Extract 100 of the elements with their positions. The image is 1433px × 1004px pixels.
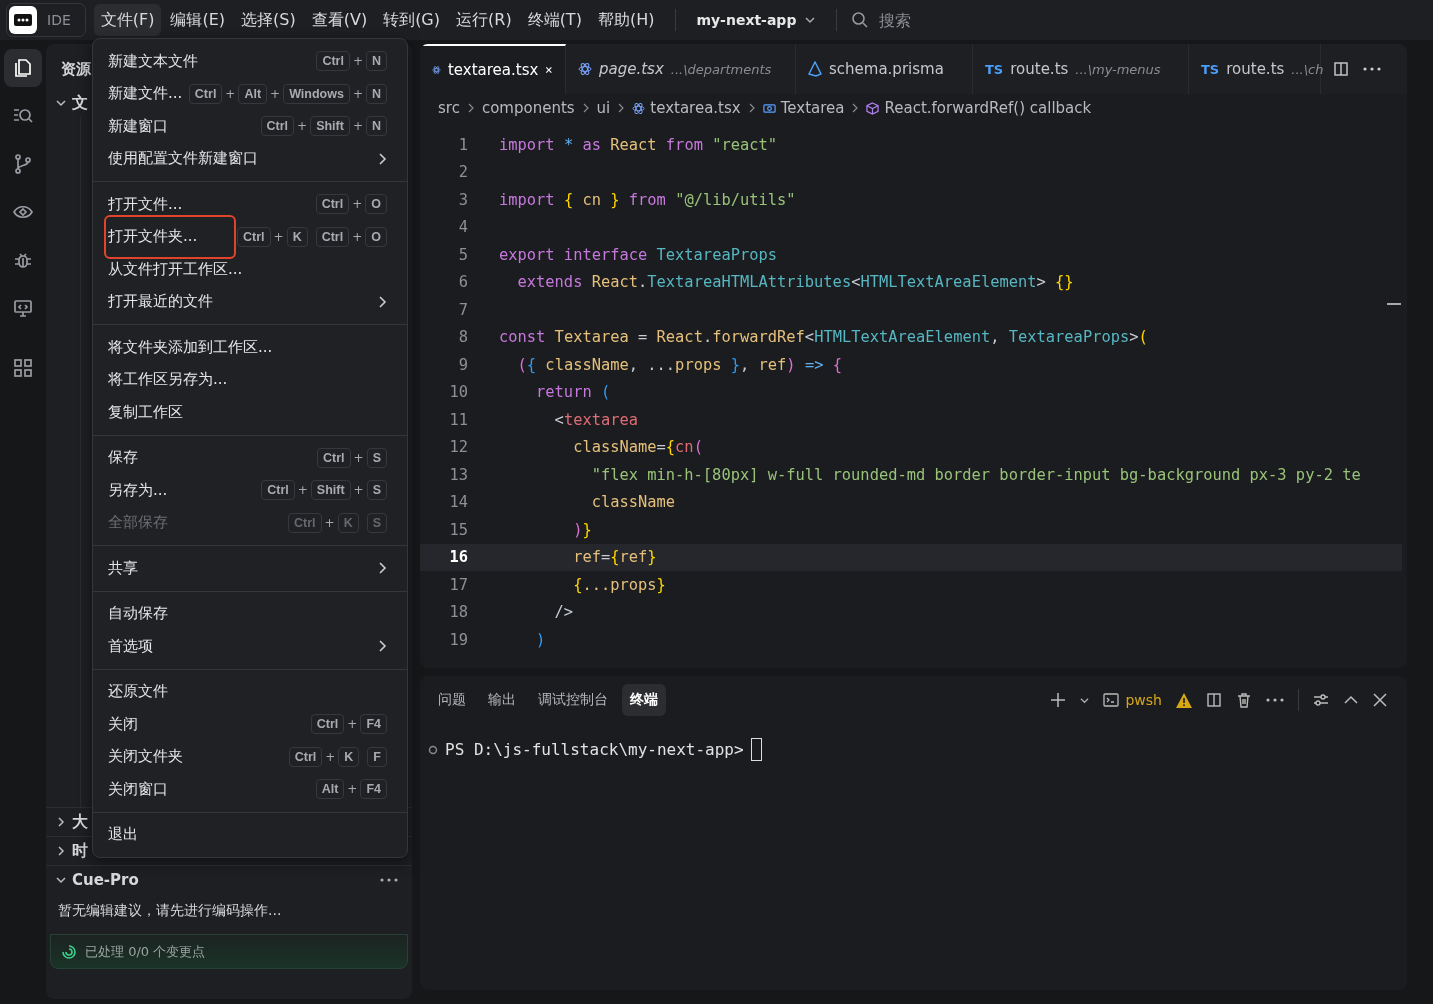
editor-tab[interactable]: page.tsx ...\departments bbox=[566, 44, 796, 94]
panel-tab[interactable]: 终端 bbox=[622, 684, 666, 716]
plus-sign: + bbox=[270, 86, 281, 101]
menu-item[interactable]: 自动保存 bbox=[93, 597, 407, 630]
warning-icon bbox=[1176, 692, 1192, 708]
code-line: extends React.TextareaHTMLAttributes<HTMLTextAreaElement> {} bbox=[516, 273, 1074, 292]
menu-item[interactable]: 从文件打开工作区... bbox=[93, 253, 407, 286]
more-icon[interactable] bbox=[380, 878, 398, 882]
key-cap: Ctrl bbox=[288, 512, 322, 533]
editor-tab[interactable]: TS route.ts ...\my-menus bbox=[973, 44, 1189, 94]
menu-item[interactable]: 新建文本文件 Ctrl + N bbox=[93, 45, 407, 78]
code-line: {...props} bbox=[572, 575, 666, 594]
editor-tab[interactable]: schema.prisma bbox=[796, 44, 973, 94]
menu-item[interactable]: 新建文件... Ctrl + Alt + Windows + N bbox=[93, 77, 407, 110]
key-cap: F4 bbox=[360, 779, 387, 800]
menu-item[interactable]: 关闭窗口 Alt + F4 bbox=[93, 773, 407, 806]
terminal-cursor bbox=[750, 738, 762, 761]
menu-item[interactable]: 文件(F) bbox=[93, 4, 162, 36]
menu-item[interactable]: 新建窗口 Ctrl + Shift + N bbox=[93, 110, 407, 143]
trash-icon[interactable] bbox=[1236, 692, 1252, 708]
panel-tab[interactable]: 输出 bbox=[480, 684, 524, 716]
hint-text: 暂无编辑建议，请先进行编码操作... bbox=[57, 901, 283, 920]
search-icon[interactable] bbox=[851, 11, 870, 29]
menu-item[interactable]: 保存 Ctrl + S bbox=[93, 441, 407, 474]
menu-item[interactable]: 查看(V) bbox=[304, 4, 375, 36]
key-cap: O bbox=[365, 194, 387, 215]
app-badge[interactable]: IDE bbox=[6, 3, 86, 37]
chevron-icon[interactable] bbox=[56, 98, 66, 108]
menu-item[interactable]: 终端(T) bbox=[520, 4, 589, 36]
menu-item[interactable]: 首选项 bbox=[93, 630, 407, 663]
chevron-icon[interactable] bbox=[56, 875, 66, 885]
line-number: 6 bbox=[457, 273, 468, 292]
chevron-icon bbox=[466, 103, 475, 113]
breadcrumb-item[interactable]: textarea.tsx bbox=[632, 99, 741, 117]
breadcrumb-item[interactable]: components bbox=[481, 99, 575, 117]
line-number: 17 bbox=[448, 575, 468, 594]
menu-item[interactable]: 运行(R) bbox=[449, 4, 519, 36]
menu-item[interactable]: 另存为... Ctrl + Shift + S bbox=[93, 474, 407, 507]
plus-sign: + bbox=[352, 54, 363, 69]
editor-tab[interactable]: TS route.ts ...\ch bbox=[1189, 44, 1321, 94]
key-cap: N bbox=[365, 116, 387, 137]
menu-item[interactable]: 共享 bbox=[93, 552, 407, 585]
menu-item[interactable]: 帮助(H) bbox=[590, 4, 662, 36]
search-field[interactable]: 搜索 bbox=[877, 9, 1002, 31]
menu-item[interactable]: 关闭 Ctrl + F4 bbox=[93, 708, 407, 741]
menu-item[interactable]: 复制工作区 bbox=[93, 396, 407, 429]
terminal-prompt: PS D:\js-fullstack\my-next-app> bbox=[445, 740, 744, 759]
menu-item[interactable]: 将工作区另存为... bbox=[93, 363, 407, 396]
section-title[interactable]: 时 bbox=[72, 840, 88, 862]
more-icon[interactable] bbox=[1266, 698, 1284, 702]
menu-item[interactable]: 打开最近的文件 bbox=[93, 285, 407, 318]
line-number: 3 bbox=[457, 190, 468, 209]
panel-title: 资源 bbox=[61, 60, 91, 79]
key-cap: Windows bbox=[283, 83, 350, 104]
key-cap: Ctrl bbox=[315, 226, 350, 247]
section-title[interactable]: 文 bbox=[72, 92, 88, 114]
files-icon[interactable] bbox=[4, 49, 42, 87]
breadcrumb-item[interactable]: Textarea bbox=[762, 99, 845, 117]
logo-icon bbox=[9, 6, 37, 34]
menu-item[interactable]: 将文件夹添加到工作区... bbox=[93, 331, 407, 364]
chevron-icon[interactable] bbox=[56, 817, 66, 827]
split-editor-icon[interactable] bbox=[1333, 61, 1349, 77]
key-cap: Ctrl bbox=[237, 226, 271, 247]
menu-item[interactable]: 关闭文件夹 Ctrl + K F bbox=[93, 740, 407, 773]
breadcrumb-item[interactable]: React.forwardRef() callback bbox=[866, 99, 1092, 117]
code-line: const Textarea = React.forwardRef<HTMLTextAreaElement, TextareaProps>( bbox=[499, 328, 1148, 347]
split-icon[interactable] bbox=[1206, 692, 1222, 708]
project-switcher[interactable]: my-next-app bbox=[690, 11, 823, 29]
panel-tab[interactable]: 调试控制台 bbox=[530, 684, 616, 716]
plus-sign: + bbox=[353, 483, 364, 498]
plus-sign: + bbox=[297, 483, 308, 498]
menu-item[interactable]: 转到(G) bbox=[376, 4, 447, 36]
menu-item[interactable]: 还原文件 bbox=[93, 675, 407, 708]
key-cap: K bbox=[338, 746, 360, 767]
chevron-icon[interactable] bbox=[56, 846, 66, 856]
plus-icon[interactable] bbox=[1050, 692, 1067, 708]
line-number: 2 bbox=[457, 163, 468, 182]
key-cap: K bbox=[286, 226, 308, 247]
close-icon[interactable] bbox=[545, 64, 553, 76]
line-number: 10 bbox=[448, 383, 468, 402]
terminal-selector[interactable]: pwsh bbox=[1103, 692, 1162, 708]
sliders-icon[interactable] bbox=[1313, 692, 1329, 708]
panel-tab[interactable]: 问题 bbox=[430, 684, 474, 716]
menu-item[interactable]: 选择(S) bbox=[234, 4, 303, 36]
breadcrumb-item[interactable]: src bbox=[438, 99, 460, 117]
section-title[interactable]: Cue-Pro bbox=[72, 871, 139, 889]
caret-icon[interactable] bbox=[1080, 695, 1090, 705]
menu-item[interactable]: 编辑(E) bbox=[163, 4, 233, 36]
close-icon[interactable] bbox=[1373, 693, 1387, 707]
code-line: /> bbox=[553, 603, 574, 622]
menu-item[interactable]: 退出 bbox=[93, 818, 407, 851]
swirl-icon bbox=[61, 943, 77, 960]
key-cap: O bbox=[365, 226, 387, 247]
editor-tab[interactable]: textarea.tsx bbox=[420, 44, 566, 94]
menu-item[interactable]: 打开文件... Ctrl + O bbox=[93, 188, 407, 221]
breadcrumb-item[interactable]: ui bbox=[596, 99, 611, 117]
section-title[interactable]: 大 bbox=[72, 811, 88, 833]
menu-item[interactable]: 使用配置文件新建窗口 bbox=[93, 142, 407, 175]
menu-item[interactable]: 打开文件夹... Ctrl + K Ctrl + O bbox=[93, 220, 407, 253]
more-icon[interactable] bbox=[1363, 67, 1381, 71]
